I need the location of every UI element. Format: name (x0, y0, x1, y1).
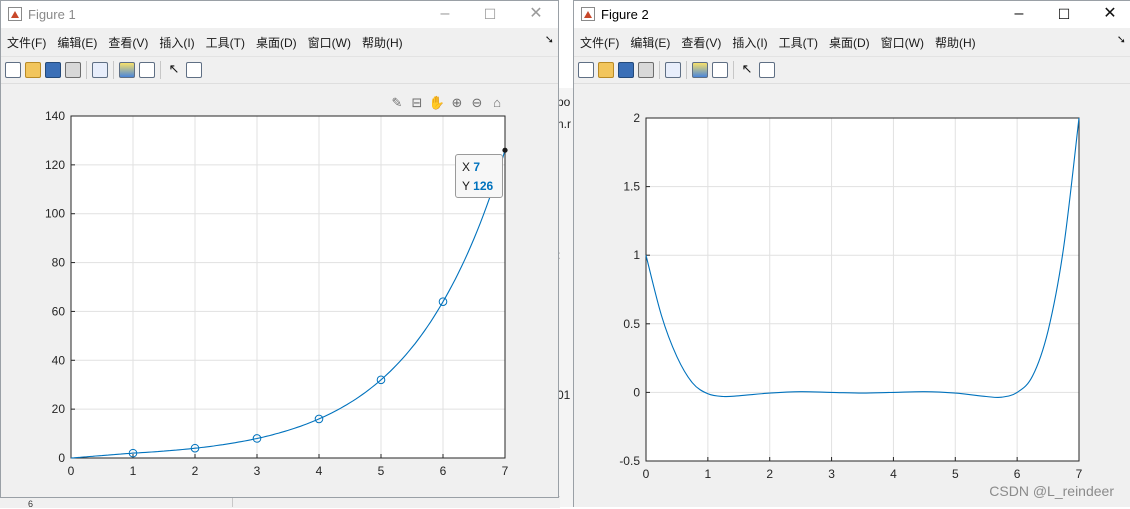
plot-area (646, 118, 1079, 461)
x-tick-label: 3 (828, 467, 835, 481)
x-tick-label: 2 (766, 467, 773, 481)
y-tick-label: 140 (45, 109, 65, 123)
x-tick-label: 0 (643, 467, 650, 481)
y-tick-label: 1.5 (623, 180, 640, 194)
background-fragment: 6 (28, 499, 34, 509)
y-tick-label: 0 (633, 385, 640, 399)
datatip-x-value: 7 (473, 160, 481, 174)
plot-area (71, 116, 505, 458)
y-tick-label: 1 (633, 248, 640, 262)
x-tick-label: 4 (890, 467, 897, 481)
watermark: CSDN @L_reindeer (989, 483, 1114, 499)
y-tick-label: 80 (52, 256, 66, 270)
datatip-y-row: Y 126 (462, 177, 502, 196)
datatip-y-label: Y (462, 179, 470, 193)
x-tick-label: 5 (952, 467, 959, 481)
x-tick-label: 2 (192, 464, 199, 478)
datatip-x-row: X 7 (462, 158, 502, 177)
y-tick-label: 40 (52, 353, 66, 367)
x-tick-label: 5 (378, 464, 385, 478)
plot-2[interactable]: 0 1 2 3 4 5 6 7-0.500.511.52 (574, 1, 1130, 508)
y-tick-label: 100 (45, 207, 65, 221)
x-tick-label: 6 (1014, 467, 1021, 481)
x-tick-label: 1 (705, 467, 712, 481)
x-tick-label: 7 (1076, 467, 1083, 481)
x-tick-label: 4 (316, 464, 323, 478)
y-tick-label: 120 (45, 158, 65, 172)
y-tick-label: 60 (52, 304, 66, 318)
x-tick-label: 1 (130, 464, 137, 478)
y-tick-label: 2 (633, 111, 640, 125)
x-tick-label: 3 (254, 464, 261, 478)
x-tick-label: 6 (440, 464, 447, 478)
datatip[interactable]: X 7 Y 126 (455, 154, 503, 198)
datatip-y-value: 126 (473, 179, 494, 193)
y-tick-label: 0.5 (623, 317, 640, 331)
datatip-x-label: X (462, 160, 471, 174)
y-tick-label: 20 (52, 402, 66, 416)
y-tick-label: 0 (58, 451, 65, 465)
figure-2-window: Figure 2 – ☐ ✕ 文件(F) 编辑(E) 查看(V) 插入(I) 工… (573, 0, 1130, 507)
x-tick-label: 0 (68, 464, 75, 478)
datatip-anchor-point (502, 147, 508, 153)
plot-1[interactable]: 0 1 2 3 4 5 6 7 0 20 40 60 80 100 120 140 (1, 1, 560, 499)
figure-1-window: Figure 1 – ☐ ✕ 文件(F) 编辑(E) 查看(V) 插入(I) 工… (0, 0, 559, 498)
x-tick-label: 7 (502, 464, 509, 478)
y-tick-label: -0.5 (619, 454, 640, 468)
